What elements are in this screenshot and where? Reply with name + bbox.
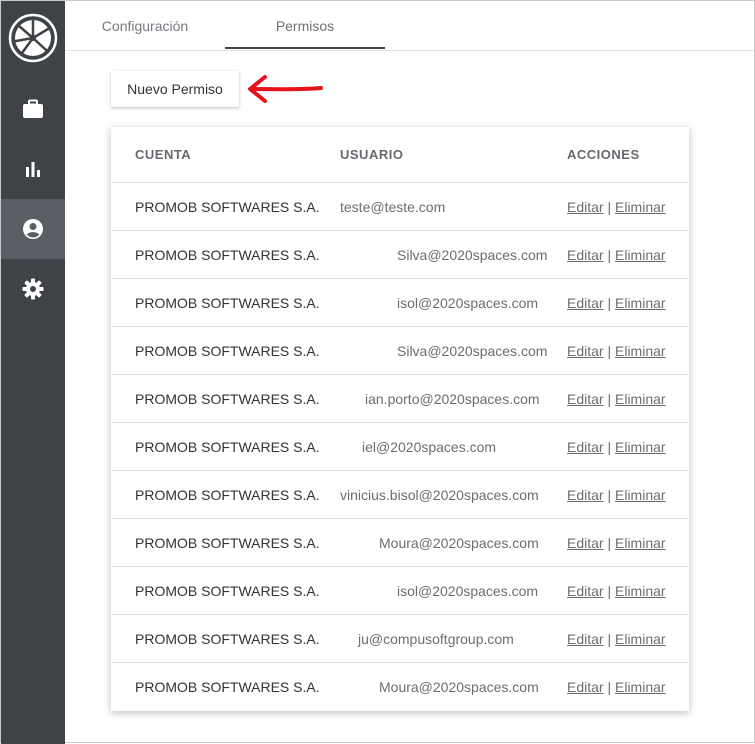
bar-chart-icon bbox=[26, 162, 40, 177]
account-cell: PROMOB SOFTWARES S.A. bbox=[135, 247, 320, 263]
actions-cell: Editar | Eliminar bbox=[567, 375, 666, 423]
account-cell: PROMOB SOFTWARES S.A. bbox=[135, 439, 320, 455]
edit-link[interactable]: Editar bbox=[567, 343, 604, 359]
table-row: PROMOB SOFTWARES S.A. Silva@2020spaces.co… bbox=[111, 231, 689, 279]
delete-link[interactable]: Eliminar bbox=[615, 535, 666, 551]
actions-cell: Editar | Eliminar bbox=[567, 183, 666, 231]
actions-cell: Editar | Eliminar bbox=[567, 327, 666, 375]
actions-cell: Editar | Eliminar bbox=[567, 615, 666, 663]
delete-link[interactable]: Eliminar bbox=[615, 631, 666, 647]
edit-link[interactable]: Editar bbox=[567, 679, 604, 695]
tab-configuracion[interactable]: Configuración bbox=[65, 1, 225, 51]
user-cell: Moura@2020spaces.com bbox=[379, 679, 539, 695]
permissions-table: CUENTA USUARIO ACCIONES PROMOB SOFTWARES… bbox=[111, 127, 689, 711]
account-cell: PROMOB SOFTWARES S.A. bbox=[135, 199, 320, 215]
account-cell: PROMOB SOFTWARES S.A. bbox=[135, 343, 320, 359]
user-cell: Silva@2020spaces.com bbox=[397, 247, 548, 263]
edit-link[interactable]: Editar bbox=[567, 631, 604, 647]
table-row: PROMOB SOFTWARES S.A. Moura@2020spaces.co… bbox=[111, 663, 689, 711]
action-separator: | bbox=[607, 439, 612, 455]
table-row: PROMOB SOFTWARES S.A. ian.porto@2020space… bbox=[111, 375, 689, 423]
edit-link[interactable]: Editar bbox=[567, 583, 604, 599]
user-cell: vinicius.bisol@2020spaces.com bbox=[340, 487, 539, 503]
annotation-arrow-icon bbox=[248, 75, 323, 103]
user-circle-icon bbox=[23, 219, 43, 239]
app-window: Configuración Permisos Nuevo Permiso CUE… bbox=[0, 0, 755, 744]
user-cell: ju@compusoftgroup.com bbox=[358, 631, 514, 647]
table-row: PROMOB SOFTWARES S.A. Moura@2020spaces.co… bbox=[111, 519, 689, 567]
delete-link[interactable]: Eliminar bbox=[615, 487, 666, 503]
new-permission-button[interactable]: Nuevo Permiso bbox=[111, 71, 239, 107]
account-cell: PROMOB SOFTWARES S.A. bbox=[135, 679, 320, 695]
sidebar-item-permissions[interactable] bbox=[1, 199, 65, 259]
user-cell: isol@2020spaces.com bbox=[397, 295, 539, 311]
briefcase-icon bbox=[23, 99, 43, 118]
column-header-actions: ACCIONES bbox=[567, 147, 640, 162]
table-row: PROMOB SOFTWARES S.A. ju@compusoftgroup.c… bbox=[111, 615, 689, 663]
user-cell: isol@2020spaces.com bbox=[397, 583, 539, 599]
delete-link[interactable]: Eliminar bbox=[615, 439, 666, 455]
table-row: PROMOB SOFTWARES S.A. isol@2020spaces.com… bbox=[111, 567, 689, 615]
user-cell: Moura@2020spaces.com bbox=[379, 535, 539, 551]
column-header-user: USUARIO bbox=[340, 147, 404, 162]
delete-link[interactable]: Eliminar bbox=[615, 295, 666, 311]
column-header-account: CUENTA bbox=[135, 147, 192, 162]
action-separator: | bbox=[607, 295, 612, 311]
edit-link[interactable]: Editar bbox=[567, 391, 604, 407]
action-separator: | bbox=[607, 679, 612, 695]
table-row: PROMOB SOFTWARES S.A. teste@teste.com Edit… bbox=[111, 183, 689, 231]
action-separator: | bbox=[607, 247, 612, 263]
sidebar-item-projects[interactable] bbox=[1, 79, 65, 139]
table-header: CUENTA USUARIO ACCIONES bbox=[111, 127, 689, 183]
user-cell: ian.porto@2020spaces.com bbox=[365, 391, 540, 407]
table-row: PROMOB SOFTWARES S.A. vinicius.bisol@2020… bbox=[111, 471, 689, 519]
delete-link[interactable]: Eliminar bbox=[615, 343, 666, 359]
action-separator: | bbox=[607, 535, 612, 551]
table-row: PROMOB SOFTWARES S.A. isol@2020spaces.com… bbox=[111, 279, 689, 327]
actions-cell: Editar | Eliminar bbox=[567, 663, 666, 711]
user-cell: iel@2020spaces.com bbox=[362, 439, 497, 455]
table-row: PROMOB SOFTWARES S.A. Silva@2020spaces.co… bbox=[111, 327, 689, 375]
user-cell: Silva@2020spaces.com bbox=[397, 343, 548, 359]
sidebar-item-settings[interactable] bbox=[1, 259, 65, 319]
edit-link[interactable]: Editar bbox=[567, 439, 604, 455]
actions-cell: Editar | Eliminar bbox=[567, 231, 666, 279]
account-cell: PROMOB SOFTWARES S.A. bbox=[135, 583, 320, 599]
actions-cell: Editar | Eliminar bbox=[567, 423, 666, 471]
action-separator: | bbox=[607, 631, 612, 647]
edit-link[interactable]: Editar bbox=[567, 199, 604, 215]
edit-link[interactable]: Editar bbox=[567, 487, 604, 503]
active-tab-indicator bbox=[225, 47, 385, 49]
delete-link[interactable]: Eliminar bbox=[615, 583, 666, 599]
tab-permisos[interactable]: Permisos bbox=[225, 1, 385, 51]
actions-cell: Editar | Eliminar bbox=[567, 279, 666, 327]
delete-link[interactable]: Eliminar bbox=[615, 199, 666, 215]
account-cell: PROMOB SOFTWARES S.A. bbox=[135, 295, 320, 311]
user-cell: teste@teste.com bbox=[340, 199, 446, 215]
tab-bar: Configuración Permisos bbox=[65, 1, 754, 51]
sidebar-item-reports[interactable] bbox=[1, 139, 65, 199]
actions-cell: Editar | Eliminar bbox=[567, 519, 666, 567]
actions-cell: Editar | Eliminar bbox=[567, 567, 666, 615]
edit-link[interactable]: Editar bbox=[567, 535, 604, 551]
action-separator: | bbox=[607, 199, 612, 215]
delete-link[interactable]: Eliminar bbox=[615, 391, 666, 407]
account-cell: PROMOB SOFTWARES S.A. bbox=[135, 631, 320, 647]
action-separator: | bbox=[607, 487, 612, 503]
edit-link[interactable]: Editar bbox=[567, 247, 604, 263]
gear-icon bbox=[22, 278, 44, 300]
account-cell: PROMOB SOFTWARES S.A. bbox=[135, 391, 320, 407]
action-separator: | bbox=[607, 583, 612, 599]
action-separator: | bbox=[607, 391, 612, 407]
account-cell: PROMOB SOFTWARES S.A. bbox=[135, 535, 320, 551]
edit-link[interactable]: Editar bbox=[567, 295, 604, 311]
account-cell: PROMOB SOFTWARES S.A. bbox=[135, 487, 320, 503]
action-separator: | bbox=[607, 343, 612, 359]
delete-link[interactable]: Eliminar bbox=[615, 247, 666, 263]
sidebar bbox=[1, 1, 65, 744]
actions-cell: Editar | Eliminar bbox=[567, 471, 666, 519]
delete-link[interactable]: Eliminar bbox=[615, 679, 666, 695]
app-logo-icon[interactable] bbox=[8, 13, 58, 63]
table-row: PROMOB SOFTWARES S.A. iel@2020spaces.com E… bbox=[111, 423, 689, 471]
